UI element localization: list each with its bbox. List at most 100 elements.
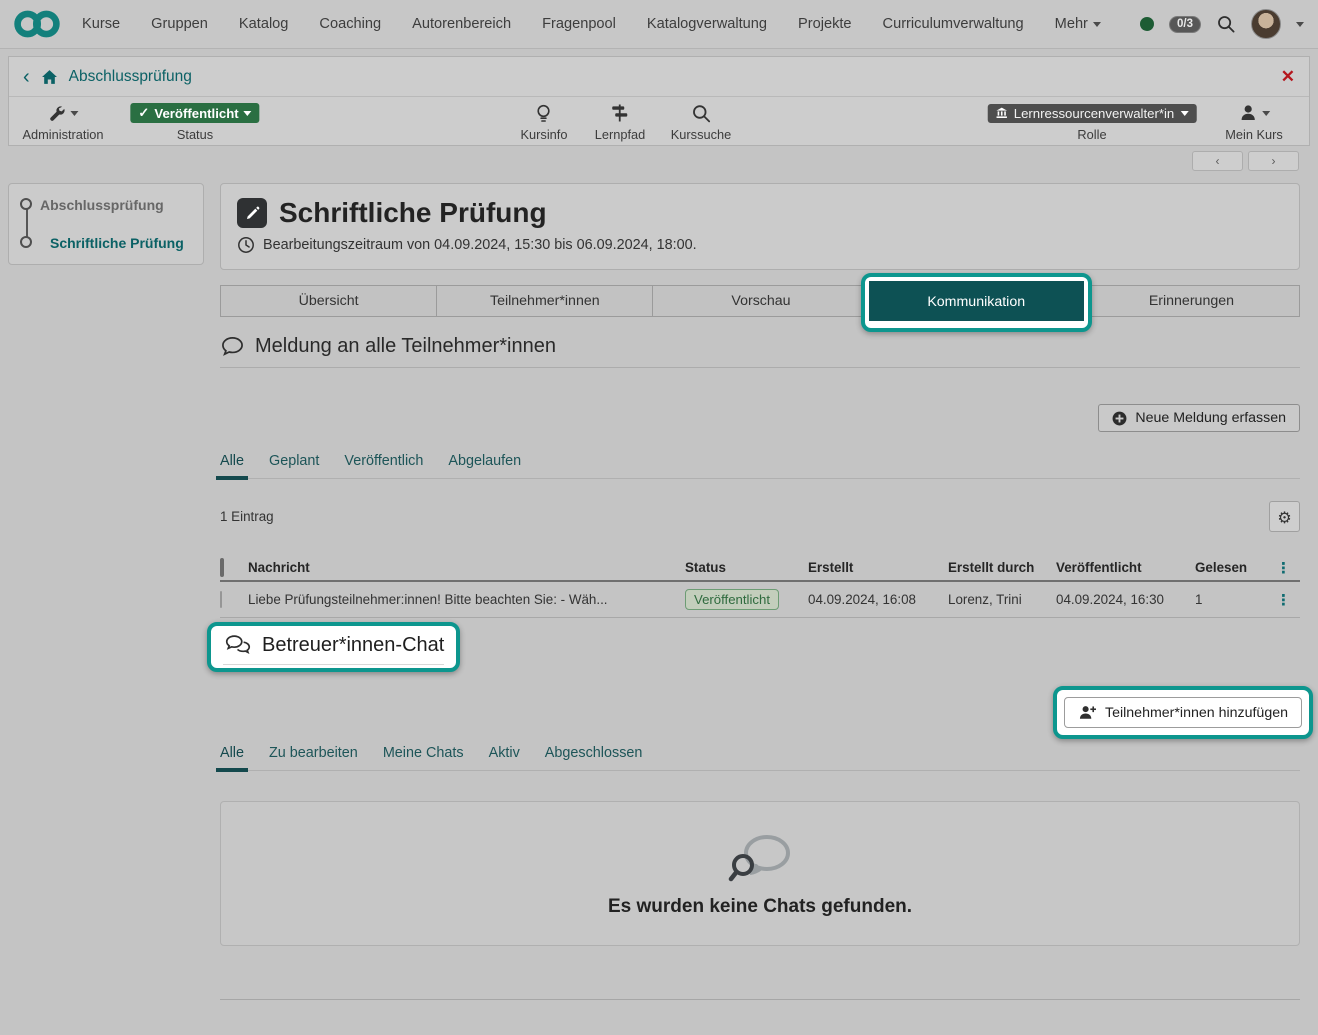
nav-item-kurse[interactable]: Kurse bbox=[82, 16, 120, 32]
presence-status-icon[interactable] bbox=[1140, 17, 1154, 31]
tree-item-abschlusspruefung[interactable]: Abschlussprüfung bbox=[40, 197, 164, 213]
tab-teilnehmer[interactable]: Teilnehmer*innen bbox=[436, 285, 653, 317]
openolat-logo-icon[interactable] bbox=[14, 9, 60, 39]
chat-filter-zu-bearbeiten[interactable]: Zu bearbeiten bbox=[269, 745, 358, 761]
course-toolbar: Administration ✓ Veröffentlicht Status bbox=[9, 97, 1309, 145]
chat-counter-badge[interactable]: 0/3 bbox=[1169, 16, 1201, 33]
chat-filter-alle[interactable]: Alle bbox=[220, 745, 244, 761]
filter-geplant[interactable]: Geplant bbox=[269, 453, 319, 469]
mein-kurs-label: Mein Kurs bbox=[1225, 127, 1283, 142]
pencil-icon bbox=[244, 205, 261, 222]
course-element-pager: ‹ › bbox=[1192, 151, 1299, 171]
col-header-nachricht[interactable]: Nachricht bbox=[248, 560, 685, 575]
cell-erstellt-durch: Lorenz, Trini bbox=[948, 592, 1056, 607]
cell-nachricht[interactable]: Liebe Prüfungsteilnehmer:innen! Bitte be… bbox=[248, 592, 685, 607]
breadcrumb: ‹ Abschlussprüfung ✕ bbox=[9, 57, 1309, 97]
course-header: ‹ Abschlussprüfung ✕ Administration bbox=[8, 56, 1310, 146]
table-row[interactable]: Liebe Prüfungsteilnehmer:innen! Bitte be… bbox=[220, 582, 1300, 618]
chevron-down-icon bbox=[1093, 22, 1101, 27]
lernpfad-label: Lernpfad bbox=[595, 127, 646, 142]
table-settings-button[interactable]: ⚙ bbox=[1269, 501, 1300, 532]
nav-item-curriculumverwaltung[interactable]: Curriculumverwaltung bbox=[883, 16, 1024, 32]
nav-item-katalogverwaltung[interactable]: Katalogverwaltung bbox=[647, 16, 767, 32]
row-status-badge: Veröffentlicht bbox=[685, 589, 779, 610]
filter-abgelaufen[interactable]: Abgelaufen bbox=[448, 453, 521, 469]
next-element-button[interactable]: › bbox=[1248, 151, 1299, 171]
search-icon[interactable] bbox=[1216, 14, 1236, 34]
role-badge[interactable]: Lernressourcenverwalter*in bbox=[988, 104, 1197, 123]
tab-kommunikation[interactable]: Kommunikation bbox=[869, 281, 1084, 321]
nav-item-autorenbereich[interactable]: Autorenbereich bbox=[412, 16, 511, 32]
plus-circle-icon bbox=[1112, 411, 1127, 426]
no-results-icon bbox=[727, 830, 793, 890]
row-checkbox[interactable] bbox=[220, 591, 222, 608]
chat-filter-tabs: Alle Zu bearbeiten Meine Chats Aktiv Abg… bbox=[220, 745, 1300, 771]
col-header-erstellt-durch[interactable]: Erstellt durch bbox=[948, 560, 1056, 575]
row-menu-icon[interactable]: ⋮ bbox=[1272, 591, 1300, 609]
role-label: Rolle bbox=[988, 127, 1197, 142]
messages-table: Nachricht Status Erstellt Erstellt durch… bbox=[220, 555, 1300, 618]
nav-item-katalog[interactable]: Katalog bbox=[239, 16, 289, 32]
chat-heading-text: Betreuer*innen-Chat bbox=[262, 634, 444, 657]
empty-state-text: Es wurden keine Chats gefunden. bbox=[608, 896, 912, 918]
messages-section-heading: Meldung an alle Teilnehmer*innen bbox=[220, 335, 1300, 368]
person-plus-icon bbox=[1078, 704, 1097, 721]
status-menu[interactable]: ✓ Veröffentlicht Status bbox=[130, 101, 259, 142]
chevron-down-icon bbox=[244, 111, 252, 116]
chat-filter-aktiv[interactable]: Aktiv bbox=[489, 745, 520, 761]
nav-item-gruppen[interactable]: Gruppen bbox=[151, 16, 208, 32]
tab-erinnerungen[interactable]: Erinnerungen bbox=[1083, 285, 1300, 317]
filter-alle[interactable]: Alle bbox=[220, 453, 244, 469]
nav-item-coaching[interactable]: Coaching bbox=[319, 16, 381, 32]
select-all-checkbox[interactable] bbox=[220, 558, 224, 577]
add-participants-spotlight: Teilnehmer*innen hinzufügen bbox=[1053, 686, 1313, 739]
back-chevron-icon[interactable]: ‹ bbox=[23, 68, 30, 86]
close-icon[interactable]: ✕ bbox=[1281, 67, 1295, 87]
main-menu: Kurse Gruppen Katalog Coaching Autorenbe… bbox=[82, 16, 1101, 32]
tab-kommunikation-spotlight: Kommunikation bbox=[869, 285, 1084, 321]
col-header-gelesen[interactable]: Gelesen bbox=[1195, 560, 1272, 575]
chat-empty-state: Es wurden keine Chats gefunden. bbox=[220, 801, 1300, 946]
mein-kurs-menu[interactable]: Mein Kurs bbox=[1225, 101, 1283, 142]
institution-icon bbox=[996, 107, 1008, 119]
col-header-status[interactable]: Status bbox=[685, 560, 808, 575]
role-value: Lernressourcenverwalter*in bbox=[1014, 106, 1175, 121]
chat-filter-abgeschlossen[interactable]: Abgeschlossen bbox=[545, 745, 643, 761]
openolat-course-page: Kurse Gruppen Katalog Coaching Autorenbe… bbox=[0, 0, 1318, 1035]
col-header-veroeffentlicht[interactable]: Veröffentlicht bbox=[1056, 560, 1195, 575]
navbar-right-cluster: 0/3 bbox=[1140, 9, 1304, 39]
breadcrumb-course-title[interactable]: Abschlussprüfung bbox=[69, 68, 192, 86]
tab-uebersicht[interactable]: Übersicht bbox=[220, 285, 437, 317]
tree-item-schriftliche-pruefung[interactable]: Schriftliche Prüfung bbox=[50, 235, 184, 251]
tab-vorschau[interactable]: Vorschau bbox=[652, 285, 869, 317]
status-value: Veröffentlicht bbox=[154, 106, 238, 121]
user-menu-chevron-icon[interactable] bbox=[1296, 22, 1304, 27]
home-icon[interactable] bbox=[41, 69, 58, 85]
chat-filter-meine-chats[interactable]: Meine Chats bbox=[383, 745, 464, 761]
kurssuche-label: Kurssuche bbox=[671, 127, 731, 142]
administration-menu[interactable]: Administration bbox=[22, 101, 103, 142]
nav-item-mehr[interactable]: Mehr bbox=[1055, 16, 1101, 32]
divider bbox=[223, 664, 444, 665]
tree-node-icon bbox=[20, 236, 32, 248]
add-participants-button[interactable]: Teilnehmer*innen hinzufügen bbox=[1064, 697, 1302, 728]
prev-element-button[interactable]: ‹ bbox=[1192, 151, 1243, 171]
nav-item-projekte[interactable]: Projekte bbox=[798, 16, 852, 32]
speech-bubble-icon bbox=[220, 335, 245, 358]
bottom-divider bbox=[220, 999, 1300, 1000]
lernpfad-button[interactable]: Lernpfad bbox=[595, 101, 646, 142]
col-header-erstellt[interactable]: Erstellt bbox=[808, 560, 948, 575]
cell-gelesen: 1 bbox=[1195, 592, 1272, 607]
role-menu[interactable]: Lernressourcenverwalter*in Rolle bbox=[988, 101, 1197, 142]
user-avatar[interactable] bbox=[1251, 9, 1281, 39]
kursinfo-button[interactable]: Kursinfo bbox=[521, 101, 568, 142]
message-filter-tabs: Alle Geplant Veröffentlich Abgelaufen bbox=[220, 453, 1300, 479]
chevron-down-icon bbox=[1180, 111, 1188, 116]
nav-item-fragenpool[interactable]: Fragenpool bbox=[542, 16, 616, 32]
new-message-button[interactable]: Neue Meldung erfassen bbox=[1098, 404, 1300, 432]
cell-erstellt: 04.09.2024, 16:08 bbox=[808, 592, 948, 607]
kurssuche-button[interactable]: Kurssuche bbox=[671, 101, 731, 142]
table-menu-icon[interactable]: ⋮ bbox=[1272, 559, 1300, 577]
status-badge[interactable]: ✓ Veröffentlicht bbox=[130, 103, 259, 123]
filter-veroeffentlich[interactable]: Veröffentlich bbox=[344, 453, 423, 469]
